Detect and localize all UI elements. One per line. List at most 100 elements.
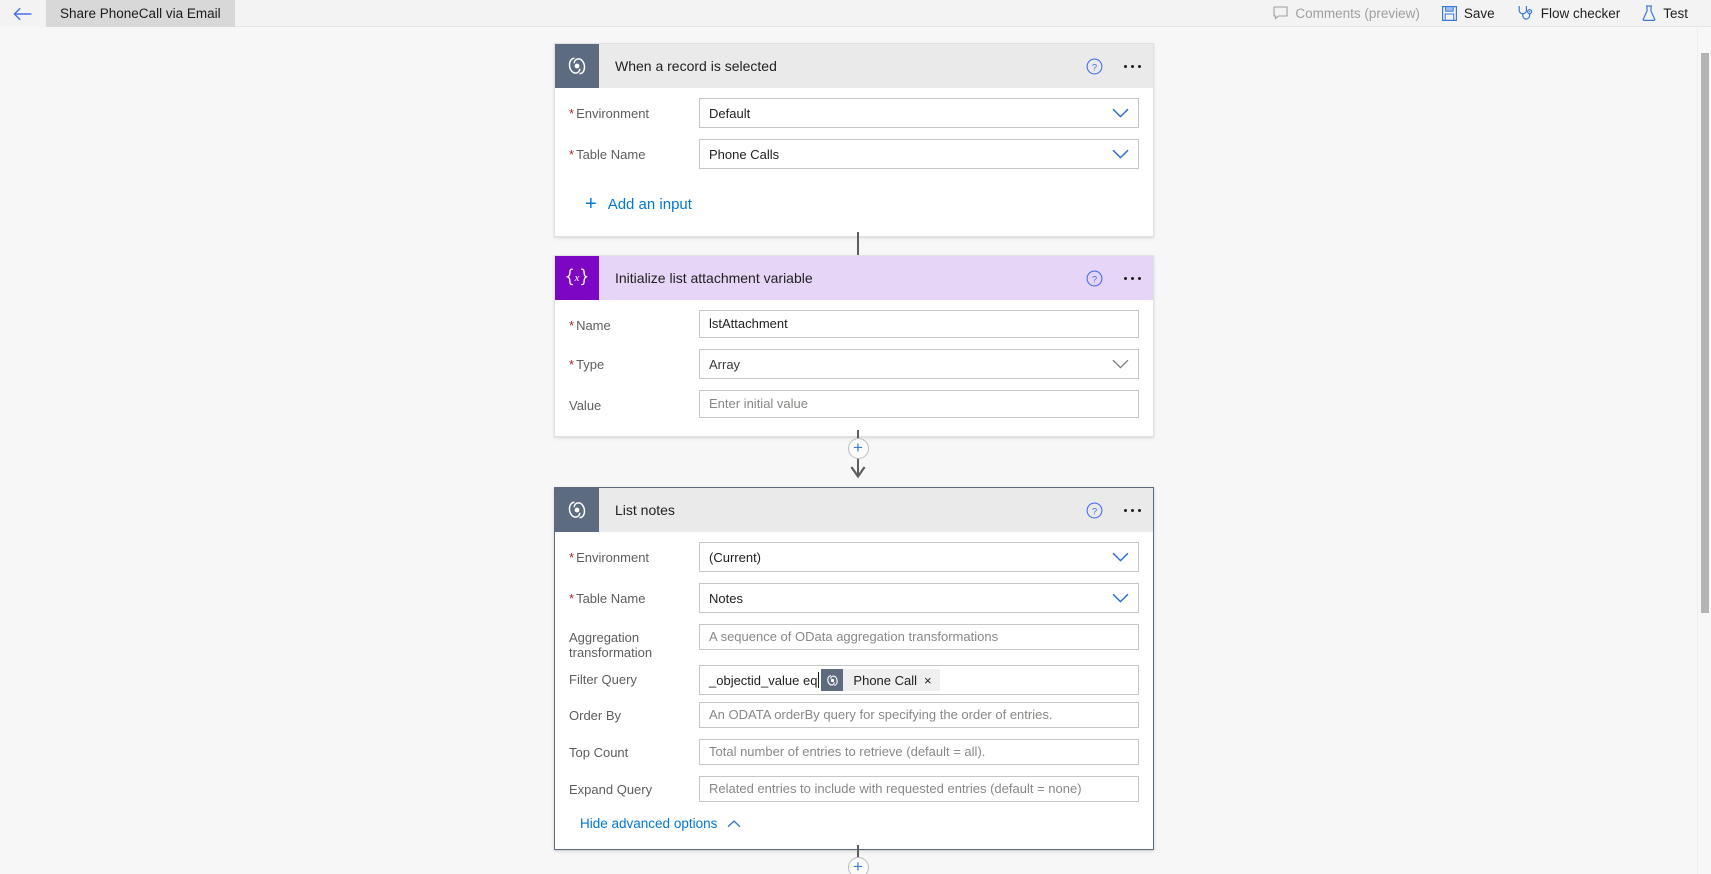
hide-advanced-options-label: Hide advanced options — [580, 816, 718, 831]
help-circle-icon[interactable]: ? — [1086, 502, 1103, 519]
field-label: * Environment — [569, 542, 699, 565]
chevron-down-icon — [1112, 359, 1129, 369]
required-asterisk: * — [569, 318, 575, 333]
flow-node-initialize-list-attachment-variable[interactable]: x Initialize list attachment variable ? … — [554, 255, 1154, 437]
field-label: * Table Name — [569, 139, 699, 162]
text-caret — [818, 672, 820, 688]
field-control: Related entries to include with requeste… — [699, 776, 1139, 802]
svg-text:?: ? — [1092, 506, 1097, 517]
flow-checker-label: Flow checker — [1540, 5, 1621, 21]
table-name-dropdown[interactable]: Phone Calls — [699, 139, 1139, 169]
field-control: Total number of entries to retrieve (def… — [699, 739, 1139, 765]
required-asterisk: * — [569, 106, 575, 121]
flow-canvas[interactable]: When a record is selected ? * Environment — [0, 27, 1711, 874]
field-label: * Environment — [569, 98, 699, 121]
field-row-filter-query: Filter Query _objectid_value eq Phone Ca… — [569, 665, 1139, 695]
required-asterisk: * — [569, 147, 575, 162]
arrow-left-icon — [13, 7, 33, 21]
field-row-environment: * Environment Default — [569, 98, 1139, 128]
save-button[interactable]: Save — [1431, 0, 1506, 27]
plus-icon: + — [853, 857, 863, 874]
field-row-environment: * Environment (Current) — [569, 542, 1139, 572]
required-asterisk: * — [569, 357, 575, 372]
variable-value-input[interactable]: Enter initial value — [699, 390, 1139, 418]
aggregation-transformation-input[interactable]: A sequence of OData aggregation transfor… — [699, 624, 1139, 650]
test-label: Test — [1663, 5, 1688, 21]
dot — [1137, 64, 1141, 68]
node-body: * Name lstAttachment * Type Array Value … — [555, 300, 1153, 436]
field-control: (Current) — [699, 542, 1139, 572]
flow-node-when-a-record-is-selected[interactable]: When a record is selected ? * Environment — [554, 43, 1154, 237]
table-name-value: Phone Calls — [709, 146, 780, 162]
help-circle-icon[interactable]: ? — [1086, 270, 1103, 287]
environment-dropdown[interactable]: (Current) — [699, 542, 1139, 572]
expand-query-input[interactable]: Related entries to include with requeste… — [699, 776, 1139, 802]
add-an-input-button[interactable]: + Add an input — [569, 180, 1139, 222]
svg-text:x: x — [574, 272, 580, 284]
dot — [1130, 508, 1134, 512]
back-button[interactable] — [0, 0, 46, 27]
variable-value-placeholder: Enter initial value — [709, 396, 808, 411]
field-label: Aggregation transformation — [569, 624, 699, 660]
dot — [1130, 276, 1134, 280]
variable-type-dropdown[interactable]: Array — [699, 349, 1139, 379]
filter-query-input[interactable]: _objectid_value eq Phone Call × — [699, 665, 1139, 695]
label-text: Filter Query — [569, 672, 637, 687]
field-label: Filter Query — [569, 665, 699, 687]
comments-button[interactable]: Comments (preview) — [1262, 0, 1431, 27]
test-button[interactable]: Test — [1631, 0, 1699, 27]
scrollbar-thumb[interactable] — [1701, 53, 1709, 613]
dataverse-icon — [555, 488, 599, 532]
field-label: Value — [569, 390, 699, 413]
insert-step-button[interactable]: + — [847, 438, 869, 459]
plus-icon: + — [853, 438, 863, 457]
arrow-down-icon — [849, 465, 867, 484]
field-control: Array — [699, 349, 1139, 379]
hide-advanced-options-link[interactable]: Hide advanced options — [569, 806, 1139, 835]
ellipsis-icon[interactable] — [1117, 263, 1147, 293]
dot — [1123, 508, 1127, 512]
label-text: Environment — [576, 106, 650, 121]
connector-2: + — [847, 430, 869, 485]
dot — [1130, 64, 1134, 68]
insert-step-button[interactable]: + — [847, 857, 869, 874]
top-count-placeholder: Total number of entries to retrieve (def… — [709, 744, 986, 759]
field-label: * Table Name — [569, 583, 699, 606]
flow-checker-button[interactable]: Flow checker — [1506, 0, 1632, 27]
flow-node-list-notes[interactable]: List notes ? * Environment (Current) * T… — [554, 487, 1154, 850]
connector-3: + — [847, 845, 869, 874]
variable-type-value: Array — [709, 356, 741, 372]
environment-dropdown[interactable]: Default — [699, 98, 1139, 128]
field-control: Phone Calls — [699, 139, 1139, 169]
close-icon[interactable]: × — [924, 674, 940, 687]
chevron-up-icon — [727, 816, 741, 831]
top-count-input[interactable]: Total number of entries to retrieve (def… — [699, 739, 1139, 765]
field-control: Enter initial value — [699, 390, 1139, 418]
vertical-scrollbar[interactable] — [1697, 27, 1711, 874]
dynamic-content-token[interactable]: Phone Call × — [821, 669, 940, 691]
label-text: Order By — [569, 708, 622, 723]
field-control: Notes — [699, 583, 1139, 613]
ellipsis-icon[interactable] — [1117, 51, 1147, 81]
ellipsis-icon[interactable] — [1117, 495, 1147, 525]
comments-label: Comments (preview) — [1295, 5, 1420, 21]
label-text: Table Name — [576, 591, 646, 606]
node-body: * Environment (Current) * Table Name Not… — [555, 532, 1153, 849]
field-row-expand-query: Expand Query Related entries to include … — [569, 776, 1139, 802]
node-header[interactable]: When a record is selected ? — [555, 44, 1153, 88]
order-by-input[interactable]: An ODATA orderBy query for specifying th… — [699, 702, 1139, 728]
field-row-top-count: Top Count Total number of entries to ret… — [569, 739, 1139, 765]
add-an-input-label: Add an input — [607, 195, 692, 213]
label-text: Table Name — [576, 147, 646, 162]
field-row-table-name: * Table Name Phone Calls — [569, 139, 1139, 169]
required-asterisk: * — [569, 591, 575, 606]
node-header[interactable]: x Initialize list attachment variable ? — [555, 256, 1153, 300]
variable-name-input[interactable]: lstAttachment — [699, 310, 1139, 338]
help-circle-icon[interactable]: ? — [1086, 58, 1103, 75]
flow-name-tab[interactable]: Share PhoneCall via Email — [46, 0, 235, 27]
field-label: Expand Query — [569, 776, 699, 797]
dot — [1137, 508, 1141, 512]
label-text: Value — [569, 398, 602, 413]
node-header[interactable]: List notes ? — [555, 488, 1153, 532]
table-name-dropdown[interactable]: Notes — [699, 583, 1139, 613]
